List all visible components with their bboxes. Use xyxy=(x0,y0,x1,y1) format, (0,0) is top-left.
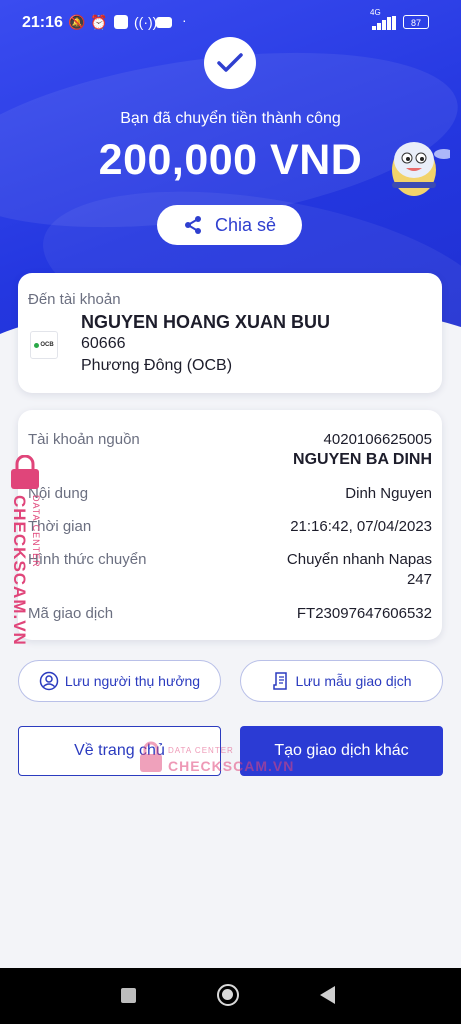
success-check-icon xyxy=(204,37,256,89)
dot-icon: · xyxy=(182,12,187,28)
method-value: Chuyển nhanh Napas xyxy=(286,551,432,568)
recipient-label: Đến tài khoản xyxy=(28,291,121,308)
user-icon xyxy=(39,671,59,691)
source-account-label: Tài khoản nguồn xyxy=(28,431,140,448)
save-template-button[interactable]: Lưu mẫu giao dịch xyxy=(240,660,443,702)
recipient-name: NGUYEN HOANG XUAN BUU xyxy=(81,312,331,332)
watermark-side-text: CHECKSCAM.VN xyxy=(10,495,29,646)
battery-icon: 87 xyxy=(403,15,429,29)
mute-icon: 🔕 xyxy=(68,14,86,30)
bank-logo: OCB xyxy=(30,331,58,359)
signal-icon xyxy=(372,16,398,30)
recent-apps-icon[interactable] xyxy=(121,988,136,1003)
recipient-bank: Phương Đông (OCB) xyxy=(81,357,233,374)
watermark-side-sub: DATA CENTER xyxy=(31,495,41,568)
watermark-side: CHECKSCAM.VN DATA CENTER xyxy=(5,455,51,655)
mascot-icon xyxy=(378,130,454,202)
share-icon xyxy=(184,216,201,234)
watermark-center-sub: DATA CENTER xyxy=(168,746,234,755)
home-circle-icon[interactable] xyxy=(217,984,239,1006)
watermark-center: DATA CENTER CHECKSCAM.VN xyxy=(138,740,298,780)
lock-icon xyxy=(140,741,162,772)
source-account-value: 4020106625005 xyxy=(323,431,432,448)
share-button[interactable]: Chia sẻ xyxy=(157,205,302,245)
save-beneficiary-label: Lưu người thụ hưởng xyxy=(64,673,201,689)
share-label: Chia sẻ xyxy=(214,214,277,235)
transaction-id-value: FT23097647606532 xyxy=(296,605,432,622)
lock-icon xyxy=(11,455,39,489)
save-template-label: Lưu mẫu giao dịch xyxy=(295,673,412,689)
recipient-account: 60666 xyxy=(81,335,126,352)
status-time: 21:16 xyxy=(22,14,63,31)
recipient-card: Đến tài khoản OCB NGUYEN HOANG XUAN BUU … xyxy=(18,273,442,393)
source-account-name: NGUYEN BA DINH xyxy=(293,451,432,468)
success-message: Bạn đã chuyển tiền thành công xyxy=(120,110,341,127)
content-value: Dinh Nguyen xyxy=(345,485,432,502)
hotspot-icon: ((·)) xyxy=(134,14,158,30)
app-icon xyxy=(114,15,128,29)
alarm-icon: ⏰ xyxy=(90,14,108,30)
receipt-icon xyxy=(272,672,287,690)
transaction-details-card: Tài khoản nguồn 4020106625005 NGUYEN BA … xyxy=(18,410,442,640)
bank-logo-text: OCB xyxy=(40,342,54,348)
save-beneficiary-button[interactable]: Lưu người thụ hưởng xyxy=(18,660,221,702)
youtube-icon xyxy=(156,17,172,28)
method-value-2: 247 xyxy=(406,571,432,588)
watermark-center-text: CHECKSCAM.VN xyxy=(168,758,295,774)
back-icon[interactable] xyxy=(320,986,335,1004)
time-value: 21:16:42, 07/04/2023 xyxy=(290,518,432,535)
battery-level: 87 xyxy=(410,18,421,28)
